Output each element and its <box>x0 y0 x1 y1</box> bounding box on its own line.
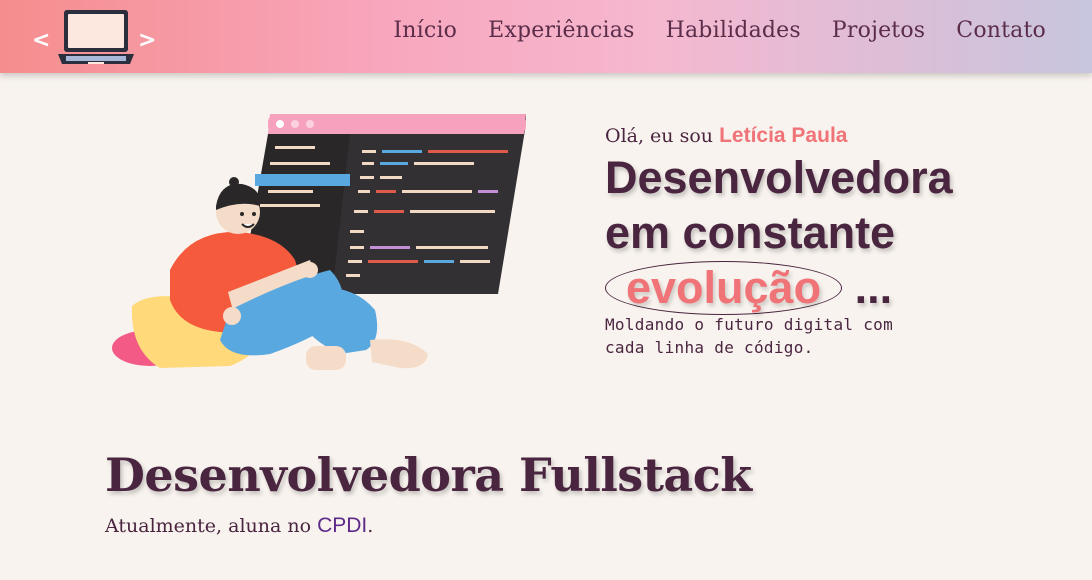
chevron-left-icon: < <box>32 28 51 53</box>
hero-section: Olá, eu sou Letícia Paula Desenvolvedora… <box>605 124 1025 359</box>
nav-projetos[interactable]: Projetos <box>832 18 925 43</box>
greeting-prefix: Olá, eu sou <box>605 125 714 147</box>
nav-habilidades[interactable]: Habilidades <box>666 18 801 43</box>
main-nav: Início Experiências Habilidades Projetos… <box>393 18 1046 43</box>
laptop-icon <box>58 10 134 64</box>
author-name: Letícia Paula <box>719 124 848 147</box>
site-header: < > Início Experiências Habilidades Proj… <box>0 0 1092 73</box>
section-subtitle-prefix: Atualmente, aluna no <box>105 515 312 537</box>
section-subtitle-suffix: . <box>367 515 374 537</box>
cpdi-link[interactable]: CPDI <box>317 514 367 537</box>
developer-illustration <box>112 114 526 370</box>
section-title: Desenvolvedora Fullstack <box>105 448 752 502</box>
home-logo-link[interactable]: < > <box>30 6 160 70</box>
nav-experiencias[interactable]: Experiências <box>488 18 634 43</box>
nav-inicio[interactable]: Início <box>393 18 457 43</box>
section-subtitle: Atualmente, aluna no CPDI. <box>105 514 373 538</box>
headline-line-1: Desenvolvedora <box>605 152 953 203</box>
headline-ellipsis: ... <box>854 262 893 313</box>
headline-highlight: evolução <box>605 261 843 315</box>
greeting: Olá, eu sou Letícia Paula <box>605 124 1025 148</box>
hero-subtitle: Moldando o futuro digital com cada linha… <box>605 315 894 357</box>
nav-contato[interactable]: Contato <box>956 18 1046 43</box>
headline-line-2: em constante <box>605 207 896 258</box>
chevron-right-icon: > <box>138 28 157 53</box>
hero-headline: Desenvolvedora em constante evolução ... <box>605 150 1025 315</box>
